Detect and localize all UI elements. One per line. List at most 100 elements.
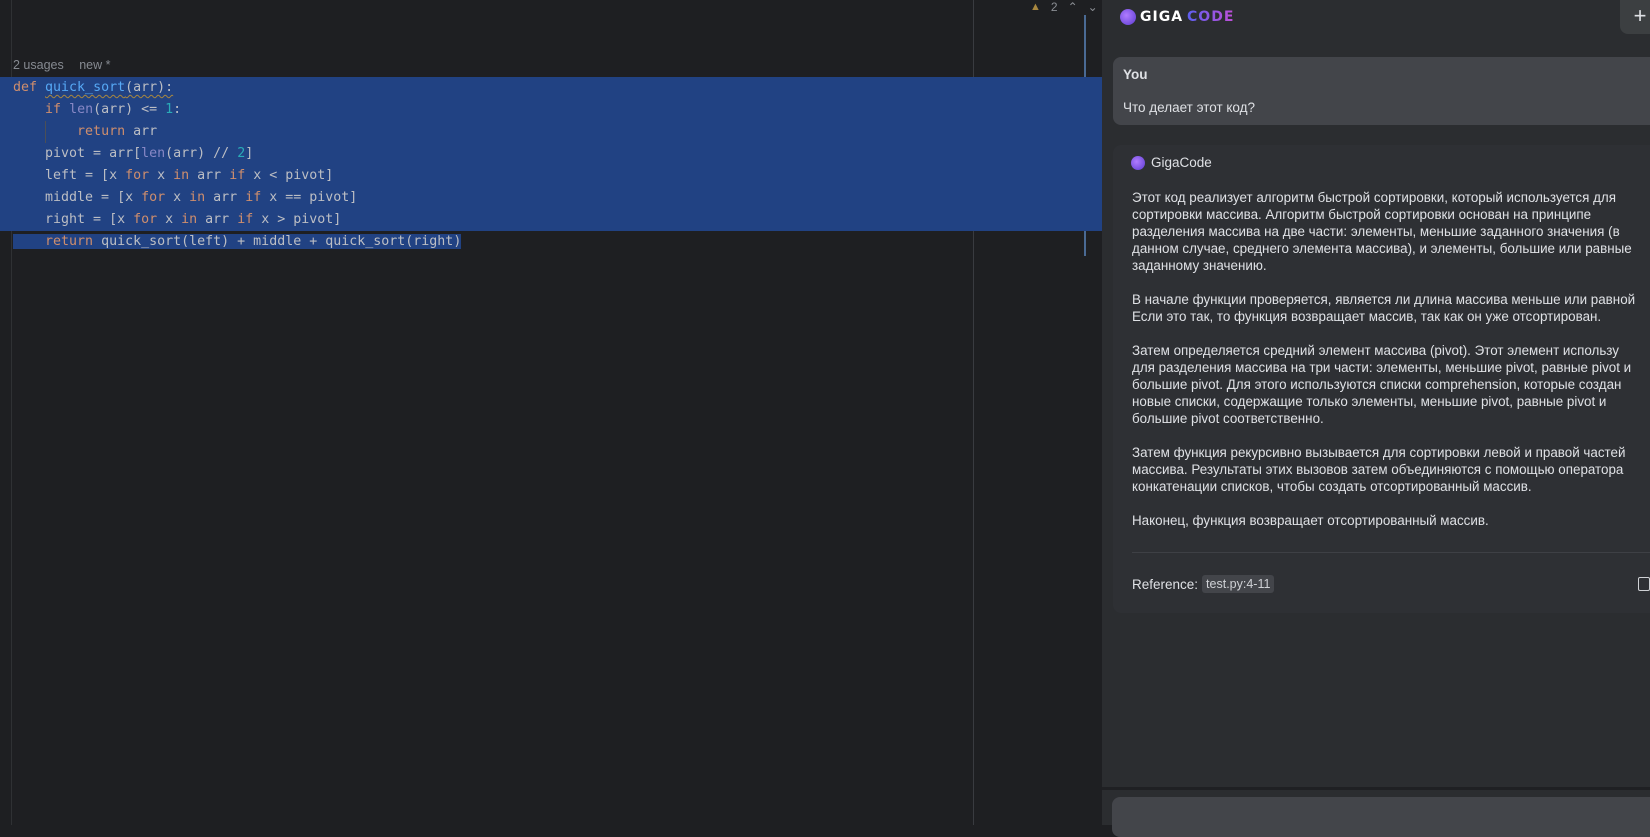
code-token: 1 — [165, 102, 174, 117]
code-token: for — [125, 168, 158, 183]
assistant-message: GigaCode Этот код реализует алгоритм быс… — [1113, 145, 1650, 613]
answer-line — [1132, 274, 1650, 291]
code-token: arr — [133, 124, 158, 139]
code-token: if — [229, 168, 254, 183]
user-message: You Что делает этот код? — [1113, 57, 1650, 125]
answer-line: Затем функция рекурсивно вызывается для … — [1132, 444, 1626, 460]
answer-line: заданному значению. — [1132, 257, 1267, 273]
code-token: x — [157, 168, 174, 183]
code-line[interactable]: if len(arr) <= 1: — [0, 99, 1102, 121]
code-token: (arr): — [125, 80, 174, 95]
warning-count: 2 — [1050, 0, 1058, 14]
code-lines[interactable]: def quick_sort(arr): if len(arr) <= 1: r… — [0, 77, 1102, 253]
code-line[interactable]: pivot = arr[len(arr) // 2] — [0, 143, 1102, 165]
code-token: for — [133, 212, 166, 227]
code-token: x > pivot] — [261, 212, 342, 227]
code-token: quick_sort — [45, 80, 126, 95]
previous-highlight-icon[interactable]: ⌃ — [1068, 0, 1078, 14]
code-token: if — [237, 212, 262, 227]
answer-line: для разделения массива на три части: эле… — [1132, 359, 1632, 375]
code-line[interactable]: right = [x for x in arr if x > pivot] — [0, 209, 1102, 231]
answer-line: разделения массива на две части: элемент… — [1132, 223, 1620, 239]
assistant-header: GigaCode — [1131, 155, 1212, 170]
code-token: def — [13, 80, 46, 95]
reference-row: Reference: test.py:4-11 — [1132, 575, 1275, 593]
code-token: in — [189, 190, 214, 205]
author-hint[interactable]: new * — [79, 58, 110, 72]
gigacode-logo: GIGA CODE — [1120, 9, 1234, 25]
copy-icon[interactable] — [1638, 577, 1650, 591]
code-token: (arr) <= — [93, 102, 166, 117]
answer-line: В начале функции проверяется, является л… — [1132, 291, 1636, 307]
usages-hint[interactable]: 2 usages — [13, 58, 64, 72]
new-chat-button[interactable]: + — [1620, 0, 1650, 34]
answer-line: конкатенации списков, чтобы создать отсо… — [1132, 478, 1532, 494]
logo-text-code: CODE — [1187, 9, 1235, 25]
code-token: left = [x — [13, 168, 126, 183]
code-token: in — [173, 168, 198, 183]
warning-icon: ▲ — [1030, 1, 1041, 13]
code-token: arr — [213, 190, 246, 205]
answer-line: Затем определяется средний элемент масси… — [1132, 342, 1619, 358]
code-token: arr — [197, 168, 230, 183]
code-token: arr — [205, 212, 238, 227]
assistant-answer-text: Этот код реализует алгоритм быстрой сорт… — [1132, 189, 1650, 529]
divider — [1132, 552, 1650, 553]
answer-line: новые списки, содержащие только элементы… — [1132, 393, 1607, 409]
logo-text-giga: GIGA — [1140, 9, 1184, 25]
code-line[interactable]: middle = [x for x in arr if x == pivot] — [0, 187, 1102, 209]
gigacode-logo-icon — [1120, 9, 1136, 25]
code-token: in — [181, 212, 206, 227]
code-token: if — [45, 102, 70, 117]
code-token: : — [173, 102, 182, 117]
code-line[interactable]: return arr — [0, 121, 1102, 143]
answer-line: большие pivot. Для этого используются сп… — [1132, 376, 1622, 392]
code-token: x == pivot] — [269, 190, 358, 205]
code-token: x — [165, 212, 182, 227]
gigacode-avatar-icon — [1131, 155, 1145, 170]
reference-label: Reference: — [1132, 576, 1199, 592]
code-token: return — [77, 124, 134, 139]
code-editor[interactable]: ▲ 2 ⌃ ⌄ 2 usages new * def quick_sort(ar… — [0, 0, 1102, 825]
answer-line: Этот код реализует алгоритм быстрой сорт… — [1132, 189, 1616, 205]
next-highlight-icon[interactable]: ⌄ — [1088, 0, 1098, 14]
code-token: x — [173, 190, 190, 205]
code-token: return — [45, 234, 102, 249]
answer-line: Если это так, то функция возвращает масс… — [1132, 308, 1602, 324]
code-token: for — [141, 190, 174, 205]
code-token: len — [141, 146, 166, 161]
answer-line — [1132, 495, 1650, 512]
gigacode-panel: GIGA CODE + You Что делает этот код? Giga… — [1102, 0, 1650, 837]
answer-line: сортировки массива. Алгоритм быстрой сор… — [1132, 206, 1592, 222]
assistant-name: GigaCode — [1151, 155, 1212, 170]
answer-line — [1132, 325, 1650, 342]
code-token: middle = [x — [13, 190, 142, 205]
answer-line: массива. Результаты этих вызовов затем о… — [1132, 461, 1624, 477]
chat-input[interactable] — [1112, 797, 1650, 837]
code-token: if — [245, 190, 270, 205]
code-token: 2 — [237, 146, 246, 161]
code-line[interactable]: return quick_sort(left) + middle + quick… — [0, 231, 1102, 253]
answer-line — [1132, 427, 1650, 444]
indent-guide — [45, 121, 46, 143]
answer-line: Наконец, функция возвращает отсортирован… — [1132, 512, 1489, 528]
code-line[interactable]: def quick_sort(arr): — [0, 77, 1102, 99]
reference-chip[interactable]: test.py:4-11 — [1202, 575, 1275, 593]
user-message-text: Что делает этот код? — [1123, 100, 1256, 115]
input-divider — [1102, 787, 1650, 790]
user-name: You — [1123, 67, 1148, 82]
answer-line: большие pivot соответственно. — [1132, 410, 1324, 426]
code-token: (arr) // — [165, 146, 238, 161]
code-vision-hints: 2 usages new * — [13, 58, 123, 72]
code-token: len — [69, 102, 94, 117]
code-token: ] — [245, 146, 254, 161]
inspections-widget[interactable]: ▲ 2 ⌃ ⌄ — [1030, 0, 1098, 14]
code-token: pivot = arr[ — [13, 146, 142, 161]
code-token: right = [x — [13, 212, 134, 227]
code-token: x < pivot] — [253, 168, 334, 183]
answer-line: данном случае, среднего элемента массива… — [1132, 240, 1632, 256]
code-line[interactable]: left = [x for x in arr if x < pivot] — [0, 165, 1102, 187]
code-token: quick_sort(left) + middle + quick_sort(r… — [101, 234, 462, 249]
